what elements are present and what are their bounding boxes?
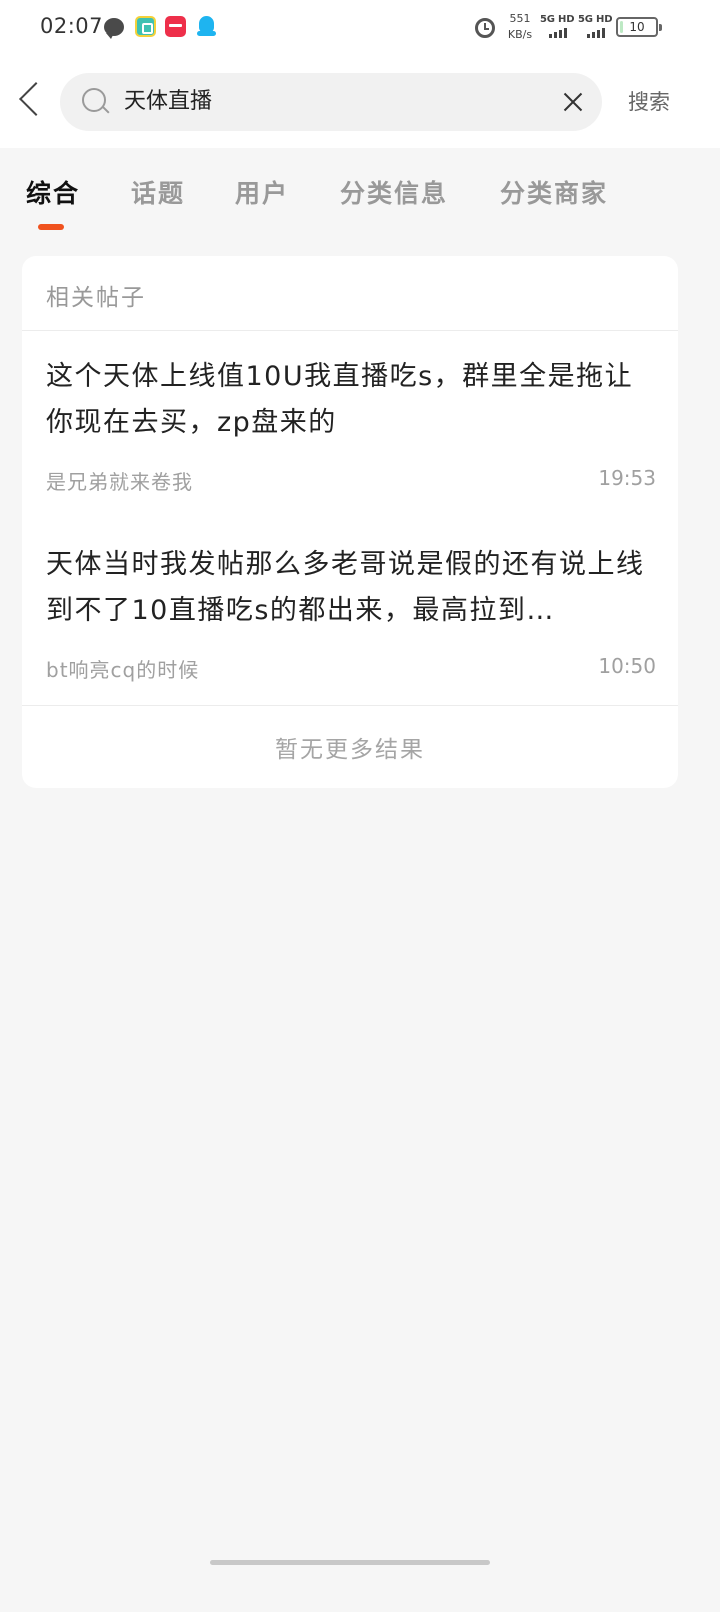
post-time: 10:50 [598, 654, 656, 678]
search-input[interactable] [124, 73, 534, 131]
post-time: 19:53 [598, 466, 656, 490]
tab-comprehensive[interactable]: 综合 [26, 174, 80, 210]
list-item[interactable]: 这个天体上线值10U我直播吃s，群里全是拖让你现在去买，zp盘来的 是兄弟就来卷… [22, 330, 678, 510]
tab-users[interactable]: 用户 [235, 174, 289, 210]
qq-app-icon [196, 16, 217, 37]
network-speed-unit: KB/s [507, 28, 533, 41]
home-indicator[interactable] [210, 1560, 490, 1565]
no-more-results: 暂无更多结果 [275, 737, 425, 763]
clear-icon[interactable] [561, 90, 585, 114]
network-speed-value: 551 [509, 12, 531, 25]
search-icon [82, 88, 110, 116]
tab-topics[interactable]: 话题 [131, 174, 185, 210]
divider [22, 705, 678, 706]
message-notification-icon [104, 18, 124, 39]
post-author: bt响亮cq的时候 [46, 658, 200, 682]
search-button[interactable]: 搜索 [628, 86, 670, 116]
results-card: 相关帖子 这个天体上线值10U我直播吃s，群里全是拖让你现在去买，zp盘来的 是… [22, 256, 678, 788]
network-type-2: 5G HD [578, 14, 613, 25]
xianyu-app-icon [135, 16, 156, 37]
status-bar: 02:07 551 KB/s 5G HD 5G HD 10 [0, 0, 720, 56]
battery-icon: 10 [616, 17, 662, 37]
taobao-app-icon [165, 16, 186, 37]
search-header: 搜索 [0, 56, 720, 148]
post-author: 是兄弟就来卷我 [46, 470, 193, 494]
chevron-left-icon [19, 82, 53, 116]
tab-classified-info[interactable]: 分类信息 [340, 174, 448, 210]
tab-classified-merchants[interactable]: 分类商家 [500, 174, 608, 210]
list-item[interactable]: 天体当时我发帖那么多老哥说是假的还有说上线到不了10直播吃s的都出来，最高拉到…… [22, 518, 678, 704]
network-speed: 551 KB/s [505, 11, 535, 43]
post-title: 天体当时我发帖那么多老哥说是假的还有说上线到不了10直播吃s的都出来，最高拉到… [46, 549, 645, 626]
post-title: 这个天体上线值10U我直播吃s，群里全是拖让你现在去买，zp盘来的 [46, 361, 634, 438]
result-tabs: 综合 话题 用户 分类信息 分类商家 [0, 148, 720, 248]
battery-level: 10 [629, 20, 645, 34]
search-box[interactable] [60, 73, 602, 131]
alarm-icon [475, 18, 495, 38]
search-results-page: 02:07 551 KB/s 5G HD 5G HD 10 天体直播 搜索 综合… [0, 0, 720, 1612]
status-time: 02:07 [40, 14, 104, 38]
tab-active-indicator [38, 224, 64, 230]
section-title: 相关帖子 [46, 285, 146, 311]
network-type-1: 5G HD [540, 14, 575, 25]
back-button[interactable] [10, 76, 53, 126]
